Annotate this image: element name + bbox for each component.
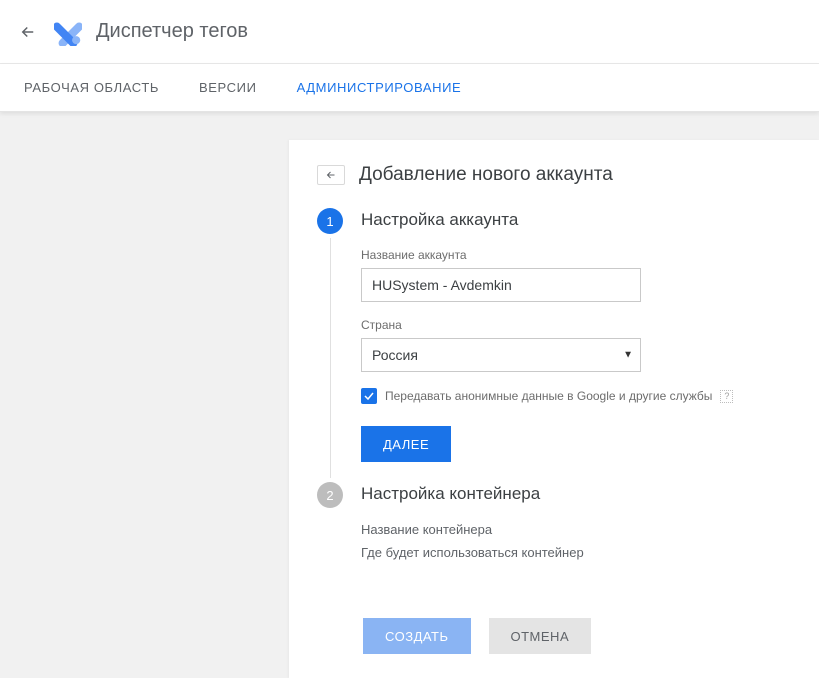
step-1-title: Настройка аккаунта	[361, 210, 791, 230]
step-1-badge: 1	[317, 208, 343, 234]
tab-versions[interactable]: ВЕРСИИ	[199, 64, 257, 112]
step-1-body: Настройка аккаунта Название аккаунта Стр…	[361, 208, 791, 482]
country-label: Страна	[361, 318, 791, 332]
account-name-label: Название аккаунта	[361, 248, 791, 262]
help-icon[interactable]: ?	[720, 390, 733, 403]
tab-workspace[interactable]: РАБОЧАЯ ОБЛАСТЬ	[24, 64, 159, 112]
add-account-card: Добавление нового аккаунта 1 Настройка а…	[289, 140, 819, 678]
country-select[interactable]: Россия	[361, 338, 641, 372]
card-header: Добавление нового аккаунта	[317, 164, 791, 186]
app-header: Диспетчер тегов	[0, 0, 819, 64]
step-connector-line	[330, 238, 331, 478]
card-footer-actions: СОЗДАТЬ ОТМЕНА	[363, 618, 791, 654]
create-button[interactable]: СОЗДАТЬ	[363, 618, 471, 654]
step-1: 1 Настройка аккаунта Название аккаунта С…	[317, 208, 791, 482]
step-2-body: Настройка контейнера Название контейнера…	[361, 482, 791, 588]
back-arrow-button[interactable]	[8, 12, 48, 52]
step-2-title: Настройка контейнера	[361, 484, 791, 504]
container-usage-summary: Где будет использоваться контейнер	[361, 545, 791, 560]
share-data-checkbox[interactable]	[361, 388, 377, 404]
check-icon	[363, 390, 375, 402]
account-name-field-group: Название аккаунта	[361, 248, 791, 302]
card-back-button[interactable]	[317, 165, 345, 185]
step-1-rail: 1	[317, 208, 343, 482]
share-data-checkbox-row: Передавать анонимные данные в Google и д…	[361, 388, 791, 404]
tag-manager-logo-icon	[54, 18, 82, 46]
cancel-button[interactable]: ОТМЕНА	[489, 618, 592, 654]
next-button[interactable]: ДАЛЕЕ	[361, 426, 451, 462]
country-field-group: Страна Россия ▼	[361, 318, 791, 372]
arrow-left-icon	[323, 169, 339, 181]
country-select-wrap: Россия ▼	[361, 338, 641, 372]
app-title: Диспетчер тегов	[96, 20, 248, 43]
step-2-rail: 2	[317, 482, 343, 588]
step-2: 2 Настройка контейнера Название контейне…	[317, 482, 791, 588]
container-name-summary: Название контейнера	[361, 522, 791, 537]
step-2-badge: 2	[317, 482, 343, 508]
share-data-label: Передавать анонимные данные в Google и д…	[385, 389, 712, 403]
card-title: Добавление нового аккаунта	[359, 164, 613, 186]
tab-admin[interactable]: АДМИНИСТРИРОВАНИЕ	[297, 64, 462, 112]
arrow-left-icon	[19, 23, 37, 41]
content-area: Добавление нового аккаунта 1 Настройка а…	[0, 112, 819, 678]
tab-bar: РАБОЧАЯ ОБЛАСТЬ ВЕРСИИ АДМИНИСТРИРОВАНИЕ	[0, 64, 819, 112]
account-name-input[interactable]	[361, 268, 641, 302]
